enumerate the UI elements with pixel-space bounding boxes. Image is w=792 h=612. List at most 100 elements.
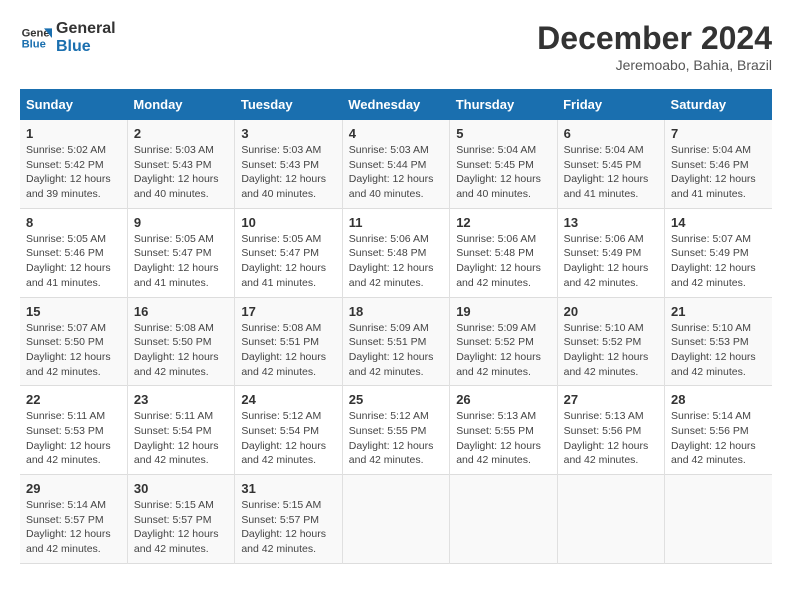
day-info: Sunrise: 5:07 AM Sunset: 5:49 PM Dayligh… [671, 232, 766, 291]
logo: General Blue General Blue [20, 20, 116, 55]
cell-week5-day7 [665, 475, 772, 564]
day-info: Sunrise: 5:05 AM Sunset: 5:46 PM Dayligh… [26, 232, 121, 291]
day-number: 9 [134, 215, 228, 230]
svg-text:Blue: Blue [22, 38, 46, 50]
cell-week1-day6: 6 Sunrise: 5:04 AM Sunset: 5:45 PM Dayli… [557, 120, 664, 208]
day-number: 1 [26, 126, 121, 141]
day-info: Sunrise: 5:08 AM Sunset: 5:51 PM Dayligh… [241, 321, 335, 380]
day-number: 16 [134, 304, 228, 319]
cell-week3-day6: 20 Sunrise: 5:10 AM Sunset: 5:52 PM Dayl… [557, 297, 664, 386]
cell-week2-day4: 11 Sunrise: 5:06 AM Sunset: 5:48 PM Dayl… [342, 208, 449, 297]
logo-line2: Blue [56, 38, 116, 56]
page-header: General Blue General Blue December 2024 … [20, 20, 772, 73]
day-number: 28 [671, 392, 766, 407]
day-info: Sunrise: 5:03 AM Sunset: 5:43 PM Dayligh… [134, 143, 228, 202]
day-number: 13 [564, 215, 658, 230]
day-info: Sunrise: 5:04 AM Sunset: 5:46 PM Dayligh… [671, 143, 766, 202]
cell-week2-day5: 12 Sunrise: 5:06 AM Sunset: 5:48 PM Dayl… [450, 208, 557, 297]
cell-week5-day4 [342, 475, 449, 564]
cell-week1-day5: 5 Sunrise: 5:04 AM Sunset: 5:45 PM Dayli… [450, 120, 557, 208]
cell-week1-day1: 1 Sunrise: 5:02 AM Sunset: 5:42 PM Dayli… [20, 120, 127, 208]
day-info: Sunrise: 5:12 AM Sunset: 5:54 PM Dayligh… [241, 409, 335, 468]
week-row-3: 15 Sunrise: 5:07 AM Sunset: 5:50 PM Dayl… [20, 297, 772, 386]
day-info: Sunrise: 5:11 AM Sunset: 5:54 PM Dayligh… [134, 409, 228, 468]
day-info: Sunrise: 5:11 AM Sunset: 5:53 PM Dayligh… [26, 409, 121, 468]
day-info: Sunrise: 5:03 AM Sunset: 5:43 PM Dayligh… [241, 143, 335, 202]
week-row-2: 8 Sunrise: 5:05 AM Sunset: 5:46 PM Dayli… [20, 208, 772, 297]
day-number: 11 [349, 215, 443, 230]
cell-week5-day1: 29 Sunrise: 5:14 AM Sunset: 5:57 PM Dayl… [20, 475, 127, 564]
day-number: 6 [564, 126, 658, 141]
week-row-1: 1 Sunrise: 5:02 AM Sunset: 5:42 PM Dayli… [20, 120, 772, 208]
day-number: 15 [26, 304, 121, 319]
cell-week4-day7: 28 Sunrise: 5:14 AM Sunset: 5:56 PM Dayl… [665, 386, 772, 475]
header-tuesday: Tuesday [235, 89, 342, 120]
cell-week1-day2: 2 Sunrise: 5:03 AM Sunset: 5:43 PM Dayli… [127, 120, 234, 208]
day-info: Sunrise: 5:12 AM Sunset: 5:55 PM Dayligh… [349, 409, 443, 468]
cell-week2-day1: 8 Sunrise: 5:05 AM Sunset: 5:46 PM Dayli… [20, 208, 127, 297]
header-wednesday: Wednesday [342, 89, 449, 120]
day-info: Sunrise: 5:04 AM Sunset: 5:45 PM Dayligh… [456, 143, 550, 202]
header-saturday: Saturday [665, 89, 772, 120]
day-info: Sunrise: 5:06 AM Sunset: 5:48 PM Dayligh… [456, 232, 550, 291]
day-number: 5 [456, 126, 550, 141]
day-number: 25 [349, 392, 443, 407]
day-number: 12 [456, 215, 550, 230]
day-number: 31 [241, 481, 335, 496]
day-number: 26 [456, 392, 550, 407]
day-number: 22 [26, 392, 121, 407]
day-number: 21 [671, 304, 766, 319]
day-info: Sunrise: 5:02 AM Sunset: 5:42 PM Dayligh… [26, 143, 121, 202]
day-info: Sunrise: 5:09 AM Sunset: 5:51 PM Dayligh… [349, 321, 443, 380]
day-number: 8 [26, 215, 121, 230]
day-info: Sunrise: 5:05 AM Sunset: 5:47 PM Dayligh… [134, 232, 228, 291]
day-info: Sunrise: 5:08 AM Sunset: 5:50 PM Dayligh… [134, 321, 228, 380]
day-info: Sunrise: 5:03 AM Sunset: 5:44 PM Dayligh… [349, 143, 443, 202]
day-number: 7 [671, 126, 766, 141]
day-number: 29 [26, 481, 121, 496]
day-number: 18 [349, 304, 443, 319]
cell-week4-day3: 24 Sunrise: 5:12 AM Sunset: 5:54 PM Dayl… [235, 386, 342, 475]
cell-week5-day3: 31 Sunrise: 5:15 AM Sunset: 5:57 PM Dayl… [235, 475, 342, 564]
header-friday: Friday [557, 89, 664, 120]
cell-week2-day6: 13 Sunrise: 5:06 AM Sunset: 5:49 PM Dayl… [557, 208, 664, 297]
day-info: Sunrise: 5:13 AM Sunset: 5:55 PM Dayligh… [456, 409, 550, 468]
cell-week3-day3: 17 Sunrise: 5:08 AM Sunset: 5:51 PM Dayl… [235, 297, 342, 386]
header-monday: Monday [127, 89, 234, 120]
day-number: 4 [349, 126, 443, 141]
cell-week3-day2: 16 Sunrise: 5:08 AM Sunset: 5:50 PM Dayl… [127, 297, 234, 386]
day-info: Sunrise: 5:09 AM Sunset: 5:52 PM Dayligh… [456, 321, 550, 380]
day-info: Sunrise: 5:06 AM Sunset: 5:48 PM Dayligh… [349, 232, 443, 291]
cell-week2-day2: 9 Sunrise: 5:05 AM Sunset: 5:47 PM Dayli… [127, 208, 234, 297]
day-number: 19 [456, 304, 550, 319]
logo-line1: General [56, 20, 116, 38]
cell-week4-day1: 22 Sunrise: 5:11 AM Sunset: 5:53 PM Dayl… [20, 386, 127, 475]
header-row: Sunday Monday Tuesday Wednesday Thursday… [20, 89, 772, 120]
logo-icon: General Blue [20, 22, 52, 54]
week-row-4: 22 Sunrise: 5:11 AM Sunset: 5:53 PM Dayl… [20, 386, 772, 475]
day-info: Sunrise: 5:15 AM Sunset: 5:57 PM Dayligh… [134, 498, 228, 557]
title-section: December 2024 Jeremoabo, Bahia, Brazil [537, 20, 772, 73]
header-thursday: Thursday [450, 89, 557, 120]
day-info: Sunrise: 5:15 AM Sunset: 5:57 PM Dayligh… [241, 498, 335, 557]
day-info: Sunrise: 5:14 AM Sunset: 5:57 PM Dayligh… [26, 498, 121, 557]
cell-week4-day5: 26 Sunrise: 5:13 AM Sunset: 5:55 PM Dayl… [450, 386, 557, 475]
day-number: 3 [241, 126, 335, 141]
day-number: 10 [241, 215, 335, 230]
cell-week5-day5 [450, 475, 557, 564]
day-number: 24 [241, 392, 335, 407]
day-number: 2 [134, 126, 228, 141]
cell-week3-day4: 18 Sunrise: 5:09 AM Sunset: 5:51 PM Dayl… [342, 297, 449, 386]
cell-week3-day7: 21 Sunrise: 5:10 AM Sunset: 5:53 PM Dayl… [665, 297, 772, 386]
day-info: Sunrise: 5:10 AM Sunset: 5:52 PM Dayligh… [564, 321, 658, 380]
cell-week4-day6: 27 Sunrise: 5:13 AM Sunset: 5:56 PM Dayl… [557, 386, 664, 475]
cell-week3-day1: 15 Sunrise: 5:07 AM Sunset: 5:50 PM Dayl… [20, 297, 127, 386]
cell-week2-day7: 14 Sunrise: 5:07 AM Sunset: 5:49 PM Dayl… [665, 208, 772, 297]
day-number: 17 [241, 304, 335, 319]
cell-week1-day7: 7 Sunrise: 5:04 AM Sunset: 5:46 PM Dayli… [665, 120, 772, 208]
day-number: 30 [134, 481, 228, 496]
cell-week1-day3: 3 Sunrise: 5:03 AM Sunset: 5:43 PM Dayli… [235, 120, 342, 208]
cell-week3-day5: 19 Sunrise: 5:09 AM Sunset: 5:52 PM Dayl… [450, 297, 557, 386]
day-number: 20 [564, 304, 658, 319]
week-row-5: 29 Sunrise: 5:14 AM Sunset: 5:57 PM Dayl… [20, 475, 772, 564]
